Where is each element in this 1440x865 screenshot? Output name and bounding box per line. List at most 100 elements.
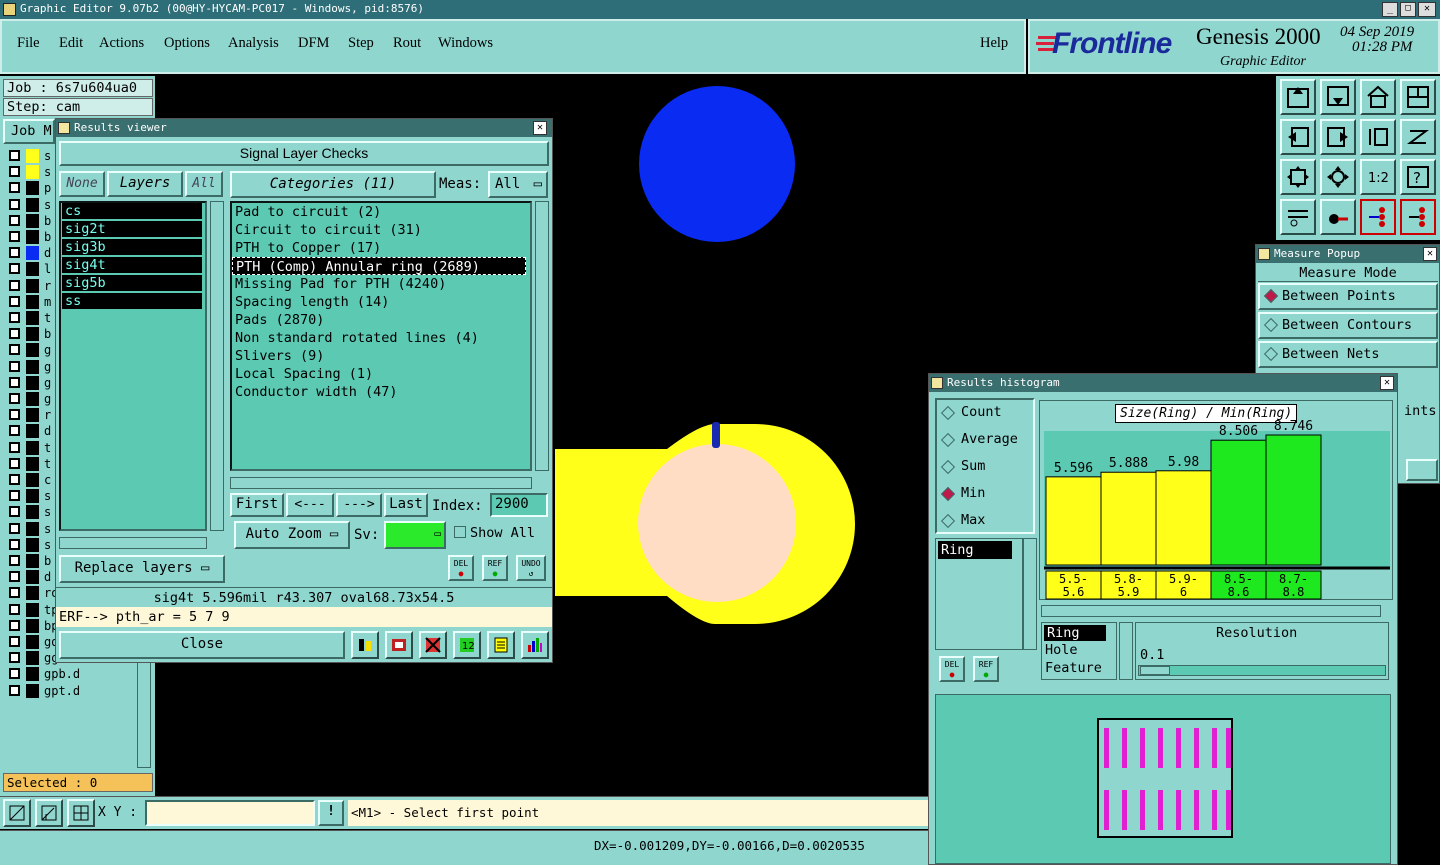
help-icon[interactable]: ? (1400, 159, 1436, 195)
menu-dfm[interactable]: DFM (298, 35, 329, 52)
layer-checkbox[interactable] (9, 214, 20, 226)
ref-button[interactable]: REF ● (482, 555, 508, 581)
histogram-ref-button[interactable]: REF ● (973, 656, 999, 682)
layer-checkbox[interactable] (9, 328, 20, 340)
categories-list[interactable]: Pad to circuit (2) Circuit to circuit (31… (230, 201, 532, 471)
info-button[interactable]: ! (318, 800, 344, 826)
category-row[interactable]: Local Spacing (1) (232, 365, 530, 383)
xy-input[interactable] (145, 800, 315, 826)
layer-checkbox[interactable] (9, 603, 20, 615)
mode-min[interactable]: Min (940, 485, 1031, 507)
categories-scrollbar[interactable] (535, 201, 549, 471)
split-view-icon[interactable] (1400, 79, 1436, 115)
layer-row[interactable]: sig2t (62, 221, 202, 237)
layer-checkbox[interactable] (9, 166, 20, 178)
layer-checkbox[interactable] (9, 393, 20, 404)
zoom-fit-icon[interactable] (1280, 159, 1316, 195)
layer-checkbox[interactable] (9, 441, 20, 453)
layer-row[interactable]: ss (62, 293, 202, 309)
histogram-bar[interactable] (1265, 434, 1322, 566)
layers-list[interactable]: cs sig2t sig3b sig4t sig5b ss (59, 201, 207, 531)
type-item-ring[interactable]: Ring (1044, 625, 1106, 641)
mode-count[interactable]: Count (940, 404, 1031, 426)
mode-average[interactable]: Average (940, 431, 1031, 453)
categories-hscrollbar[interactable] (230, 477, 532, 489)
menu-rout[interactable]: Rout (393, 35, 421, 52)
layer-checkbox[interactable] (9, 490, 20, 502)
layer-checkbox[interactable] (9, 344, 20, 356)
type-item-hole[interactable]: Hole (1042, 641, 1116, 659)
layer-checkbox[interactable] (9, 295, 20, 307)
index-input[interactable]: 2900 (490, 493, 548, 517)
layer-checkbox[interactable] (9, 684, 20, 696)
layer-checkbox[interactable] (9, 587, 20, 599)
snap-icon[interactable] (3, 799, 31, 827)
category-row[interactable]: Non standard rotated lines (4) (232, 329, 530, 347)
category-row[interactable]: Slivers (9) (232, 347, 530, 365)
job-matrix-button[interactable]: Job M (3, 119, 55, 144)
close-button[interactable]: Close (59, 631, 345, 659)
histogram-del-button[interactable]: DEL ● (939, 656, 965, 682)
layer-checkbox[interactable] (9, 312, 20, 323)
report-icon[interactable] (487, 631, 515, 659)
layer-checkbox[interactable] (9, 457, 20, 469)
type-list-scrollbar[interactable] (1119, 622, 1133, 680)
mirror-icon[interactable] (1400, 119, 1436, 155)
layer-checkbox[interactable] (9, 150, 20, 161)
category-row[interactable]: PTH (Comp) Annular ring (2689) (232, 257, 526, 275)
layer-checkbox[interactable] (9, 668, 20, 680)
one-two-icon[interactable]: 12 (453, 631, 481, 659)
layer-checkbox[interactable] (9, 538, 20, 550)
menu-step[interactable]: Step (348, 35, 374, 52)
category-row[interactable]: PTH to Copper (17) (232, 239, 530, 257)
layer-checkbox[interactable] (9, 360, 20, 372)
layer-checkbox[interactable] (9, 474, 20, 485)
between-points-option[interactable]: Between Points (1258, 283, 1438, 310)
show-all-checkbox[interactable] (454, 526, 466, 538)
category-row[interactable]: Circuit to circuit (31) (232, 221, 530, 239)
menu-file[interactable]: File (17, 35, 40, 52)
layer-checkbox[interactable] (9, 231, 20, 242)
close-icon[interactable]: ✕ (533, 121, 547, 135)
rotate-icon[interactable] (1360, 119, 1396, 155)
sv-color-dropdown[interactable]: ▭ (384, 521, 446, 549)
histogram-icon[interactable] (521, 631, 549, 659)
first-button[interactable]: First (230, 493, 284, 517)
category-row[interactable]: Conductor width (47) (232, 383, 530, 401)
layer-row[interactable]: cs (62, 203, 202, 219)
list-item[interactable]: Ring (938, 541, 1012, 559)
open-icon[interactable] (1280, 79, 1316, 115)
between-nets-option[interactable]: Between Nets (1258, 341, 1438, 368)
net-red-icon[interactable] (1360, 199, 1396, 235)
between-contours-option[interactable]: Between Contours (1258, 312, 1438, 339)
undo-button[interactable]: UNDO ↺ (516, 555, 546, 581)
layer-tool-icon[interactable] (351, 631, 379, 659)
menu-analysis[interactable]: Analysis (228, 35, 279, 52)
menu-actions[interactable]: Actions (99, 35, 144, 52)
close-icon[interactable]: ✕ (1418, 2, 1436, 17)
list-item[interactable]: gpt.d (4, 682, 124, 699)
layer-checkbox[interactable] (9, 571, 20, 583)
category-row[interactable]: Spacing length (14) (232, 293, 530, 311)
category-row[interactable]: Pads (2870) (232, 311, 530, 329)
categories-button[interactable]: Categories (11) (230, 171, 436, 198)
layer-checkbox[interactable] (9, 555, 20, 566)
popup-action-button[interactable] (1406, 459, 1438, 481)
grid-icon[interactable] (67, 799, 95, 827)
pad-line-icon[interactable] (1320, 199, 1356, 235)
net-blue-icon[interactable] (1400, 199, 1436, 235)
ring-list-scrollbar[interactable] (1023, 538, 1037, 650)
prev-button[interactable]: <--- (286, 493, 334, 517)
next-button[interactable]: ---> (336, 493, 382, 517)
layer-row[interactable]: sig5b (62, 275, 202, 291)
layer-checkbox[interactable] (9, 506, 20, 518)
move-right-icon[interactable] (1320, 119, 1356, 155)
layer-checkbox[interactable] (9, 636, 20, 647)
mode-sum[interactable]: Sum (940, 458, 1031, 480)
histogram-bar[interactable] (1100, 471, 1157, 566)
layer-checkbox[interactable] (9, 263, 20, 275)
tools-icon[interactable] (1280, 199, 1316, 235)
mode-max[interactable]: Max (940, 512, 1031, 534)
type-item-feature[interactable]: Feature (1042, 659, 1116, 677)
layer-row[interactable]: sig3b (62, 239, 202, 255)
